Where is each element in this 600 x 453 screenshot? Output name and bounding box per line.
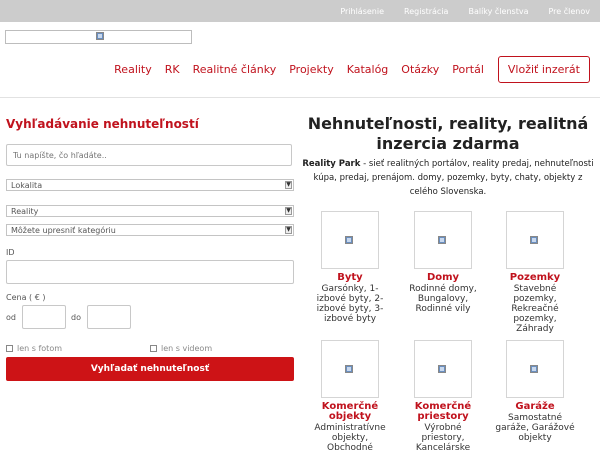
- category-select[interactable]: Môžete upresniť kategóriu ▼: [6, 224, 294, 236]
- search-title: Vyhľadávanie nehnuteľností: [6, 117, 199, 131]
- category-desc: Garsónky, 1-izbové byty, 2-izbové byty, …: [316, 284, 384, 324]
- category-image[interactable]: [506, 340, 564, 398]
- broken-image-icon: [438, 365, 446, 373]
- category-name[interactable]: Pozemky: [495, 273, 575, 283]
- type-select-value: Reality: [11, 207, 39, 216]
- page-title: Nehnuteľnosti, reality, realitná inzerci…: [307, 114, 589, 153]
- checkbox-icon: [150, 345, 157, 352]
- members-link[interactable]: Pre členov: [538, 7, 600, 16]
- id-input[interactable]: [6, 260, 294, 284]
- chevron-down-icon: ▼: [285, 226, 292, 234]
- chevron-down-icon: ▼: [285, 207, 292, 215]
- video-checkbox[interactable]: len s videom: [150, 344, 212, 353]
- category-tile-garaze[interactable]: Garáže Samostatné garáže, Garážové objek…: [495, 340, 575, 443]
- hero-description: Reality Park - sieť realitných portálov,…: [302, 157, 594, 199]
- broken-image-icon: [345, 365, 353, 373]
- category-tile-byty[interactable]: Byty Garsónky, 1-izbové byty, 2-izbové b…: [310, 211, 390, 324]
- nav-item-catalog[interactable]: Katalóg: [347, 63, 389, 76]
- category-tile-komercne-objekty[interactable]: Komerčné objekty Administratívne objekty…: [310, 340, 390, 453]
- divider: [0, 97, 600, 98]
- category-name[interactable]: Byty: [310, 273, 390, 283]
- nav-item-projects[interactable]: Projekty: [289, 63, 333, 76]
- category-image[interactable]: [321, 211, 379, 269]
- broken-image-icon: [96, 32, 104, 40]
- register-link[interactable]: Registrácia: [394, 7, 458, 16]
- price-to-input[interactable]: [87, 305, 131, 329]
- category-desc: Stavebné pozemky, Rekreačné pozemky, Záh…: [511, 284, 559, 334]
- photo-checkbox-label: len s fotom: [17, 344, 63, 353]
- category-image[interactable]: [506, 211, 564, 269]
- checkbox-icon: [6, 345, 13, 352]
- brand-name: Reality Park: [302, 159, 361, 169]
- broken-image-icon: [438, 236, 446, 244]
- category-name[interactable]: Komerčné priestory: [403, 402, 483, 422]
- photo-checkbox[interactable]: len s fotom: [6, 344, 62, 353]
- category-name[interactable]: Domy: [403, 273, 483, 283]
- type-select[interactable]: Reality ▼: [6, 205, 294, 217]
- location-select[interactable]: Lokalita ▼: [6, 179, 294, 191]
- category-desc: Administratívne objekty, Obchodné: [314, 423, 386, 453]
- nav-item-articles[interactable]: Realitné články: [193, 63, 277, 76]
- broken-image-icon: [530, 236, 538, 244]
- category-desc: Rodinné domy, Bungalovy, Rodinné vily: [409, 284, 477, 314]
- category-desc: Samostatné garáže, Garážové objekty: [495, 413, 575, 443]
- nav-item-rk[interactable]: RK: [165, 63, 180, 76]
- price-from-label: od: [6, 313, 16, 322]
- broken-image-icon: [345, 236, 353, 244]
- category-select-value: Môžete upresniť kategóriu: [11, 226, 116, 235]
- location-select-value: Lokalita: [11, 181, 43, 190]
- search-button[interactable]: Vyhľadať nehnuteľnosť: [6, 357, 294, 381]
- category-image[interactable]: [321, 340, 379, 398]
- membership-link[interactable]: Balíky členstva: [458, 7, 538, 16]
- category-image[interactable]: [414, 211, 472, 269]
- category-name[interactable]: Garáže: [495, 402, 575, 412]
- main-nav: Reality RK Realitné články Projekty Kata…: [101, 56, 590, 83]
- broken-image-icon: [530, 365, 538, 373]
- category-image[interactable]: [414, 340, 472, 398]
- video-checkbox-label: len s videom: [161, 344, 213, 353]
- category-tile-domy[interactable]: Domy Rodinné domy, Bungalovy, Rodinné vi…: [403, 211, 483, 314]
- category-tile-komercne-priestory[interactable]: Komerčné priestory Výrobné priestory, Ka…: [403, 340, 483, 453]
- category-tile-pozemky[interactable]: Pozemky Stavebné pozemky, Rekreačné poze…: [495, 211, 575, 334]
- nav-item-reality[interactable]: Reality: [114, 63, 152, 76]
- category-name[interactable]: Komerčné objekty: [310, 402, 390, 422]
- price-to-label: do: [71, 313, 81, 322]
- login-link[interactable]: Prihlásenie: [330, 7, 394, 16]
- nav-item-questions[interactable]: Otázky: [401, 63, 439, 76]
- id-label: ID: [6, 248, 15, 257]
- post-listing-button[interactable]: Vložiť inzerát: [497, 56, 590, 83]
- nav-item-portal[interactable]: Portál: [452, 63, 484, 76]
- price-label: Cena ( € ): [6, 293, 46, 302]
- chevron-down-icon: ▼: [285, 181, 292, 189]
- top-bar: Prihlásenie Registrácia Balíky členstva …: [0, 0, 600, 22]
- logo[interactable]: [5, 30, 192, 44]
- search-input[interactable]: [6, 144, 292, 166]
- category-desc: Výrobné priestory, Kancelárske: [415, 423, 471, 453]
- price-from-input[interactable]: [22, 305, 66, 329]
